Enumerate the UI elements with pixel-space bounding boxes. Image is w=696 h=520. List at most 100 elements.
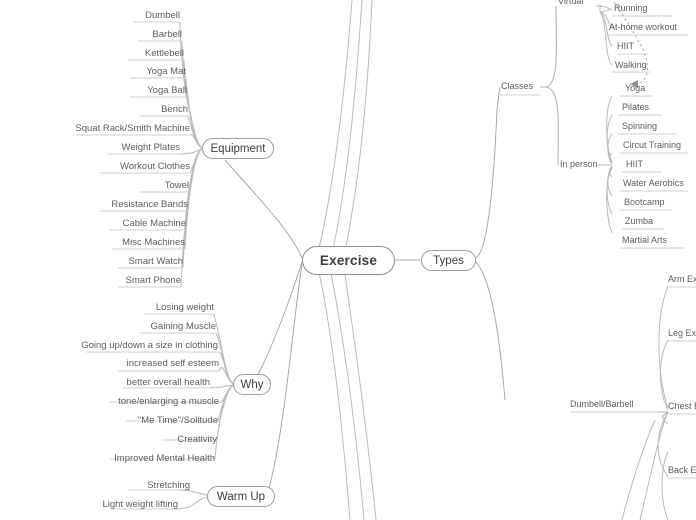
leaf-pilates[interactable]: Pilates [622, 102, 649, 113]
node-in-person-label: In person [560, 159, 598, 169]
node-why-label: Why [240, 378, 264, 391]
leaf-misc-machines[interactable]: Misc Machines [65, 237, 185, 248]
leaf-tone-muscle[interactable]: tone/enlarging a muscle [79, 396, 219, 407]
leaf-me-time[interactable]: "Me Time"/Solitude [78, 415, 218, 426]
leaf-resistance-bands[interactable]: Resistance Bands [68, 199, 188, 210]
leaf-workout-clothes[interactable]: Workout Clothes [70, 161, 190, 172]
node-virtual[interactable]: Virtual [558, 0, 583, 7]
leaf-leg-exercises[interactable]: Leg Exer [668, 328, 696, 339]
node-warm-up-label: Warm Up [216, 490, 266, 503]
leaf-at-home-workout[interactable]: At-home workout [609, 22, 677, 33]
leaf-label: Losing weight [155, 302, 214, 313]
leaf-losing-weight[interactable]: Losing weight [94, 302, 214, 313]
leaf-label: Light weight lifting [102, 499, 178, 510]
leaf-smart-phone[interactable]: Smart Phone [61, 275, 181, 286]
leaf-label: Running [614, 3, 648, 13]
node-equipment-label: Equipment [210, 142, 266, 155]
leaf-label: HIIT [617, 41, 634, 51]
leaf-martial-arts[interactable]: Martial Arts [622, 235, 667, 246]
leaf-label: Yoga Ball [147, 85, 187, 96]
leaf-back-exercises[interactable]: Back Exe [668, 465, 696, 476]
leaf-dumbell[interactable]: Dumbell [60, 10, 180, 21]
leaf-label: Gaining Muscle [150, 321, 216, 332]
leaf-label: Martial Arts [622, 235, 668, 245]
leaf-label: HIIT [626, 159, 643, 169]
leaf-zumba[interactable]: Zumba [625, 216, 653, 227]
node-dumbell-barbell[interactable]: Dumbell/Barbell [570, 399, 634, 410]
leaf-mental-health[interactable]: Improved Mental Health [75, 453, 215, 464]
leaf-label: Dumbell [145, 10, 180, 21]
leaf-light-weight-lifting[interactable]: Light weight lifting [58, 499, 178, 510]
leaf-label: Workout Clothes [119, 161, 190, 172]
leaf-label: Yoga [625, 83, 646, 93]
leaf-label: Improved Mental Health [114, 453, 215, 464]
leaf-label: Zumba [625, 216, 654, 226]
leaf-label: increased self esteem [126, 358, 219, 369]
leaf-label: better overall health [126, 377, 210, 388]
leaf-arm-exercises[interactable]: Arm Exer [668, 274, 696, 285]
leaf-stretching[interactable]: Stretching [70, 480, 190, 491]
node-in-person[interactable]: In person [560, 159, 598, 170]
leaf-label: Misc Machines [122, 237, 185, 248]
leaf-label: Water Aerobics [623, 178, 684, 188]
leaf-yoga-ball[interactable]: Yoga Ball [67, 85, 187, 96]
node-why[interactable]: Why [233, 374, 271, 395]
leaf-hiit-in-person[interactable]: HIIT [626, 159, 643, 170]
leaf-smart-watch[interactable]: Smart Watch [63, 256, 183, 267]
mind-map-canvas: Exercise Equipment Why Warm Up Types Dum… [0, 0, 696, 520]
leaf-label: Spinning [622, 121, 658, 131]
leaf-bootcamp[interactable]: Bootcamp [624, 197, 665, 208]
leaf-water-aerobics[interactable]: Water Aerobics [623, 178, 684, 189]
leaf-label: Kettlebell [144, 48, 184, 59]
leaf-label: Arm Exer [668, 274, 696, 284]
leaf-label: Pilates [622, 102, 650, 112]
leaf-yoga-mat[interactable]: Yoga Mat [66, 66, 186, 77]
leaf-bench[interactable]: Bench [68, 104, 188, 115]
leaf-yoga[interactable]: Yoga [625, 83, 645, 94]
leaf-kettlebell[interactable]: Kettlebell [64, 48, 184, 59]
node-exercise-label: Exercise [319, 253, 378, 268]
leaf-overall-health[interactable]: better overall health [70, 377, 210, 388]
node-warm-up[interactable]: Warm Up [207, 486, 275, 507]
leaf-size-clothing[interactable]: Going up/down a size in clothing [48, 340, 218, 351]
leaf-squat-rack[interactable]: Squat Rack/Smith Machine [40, 123, 190, 134]
leaf-label: Barbell [152, 29, 182, 40]
leaf-label: Creativity [177, 434, 217, 445]
leaf-label: "Me Time"/Solitude [137, 415, 218, 426]
leaf-running[interactable]: Running [614, 3, 648, 14]
leaf-label: Stretching [147, 480, 190, 491]
leaf-hiit-virtual[interactable]: HIIT [617, 41, 634, 52]
leaf-label: Bootcamp [624, 197, 665, 207]
leaf-self-esteem[interactable]: increased self esteem [79, 358, 219, 369]
leaf-label: Leg Exer [668, 328, 696, 338]
leaf-label: Circut Training [623, 140, 682, 150]
leaf-label: Back Exe [668, 465, 696, 475]
node-types[interactable]: Types [421, 250, 476, 271]
leaf-gaining-muscle[interactable]: Gaining Muscle [96, 321, 216, 332]
leaf-label: Towel [164, 180, 189, 191]
node-classes-label: Classes [501, 81, 534, 91]
leaf-label: Yoga Mat [146, 66, 186, 77]
leaf-creativity[interactable]: Creativity [77, 434, 217, 445]
leaf-label: Bench [161, 104, 188, 115]
node-types-label: Types [433, 254, 464, 267]
node-classes[interactable]: Classes [501, 81, 533, 92]
leaf-label: Resistance Bands [111, 199, 188, 210]
node-exercise[interactable]: Exercise [302, 246, 395, 275]
leaf-towel[interactable]: Towel [69, 180, 189, 191]
leaf-circut-training[interactable]: Circut Training [623, 140, 681, 151]
node-equipment[interactable]: Equipment [202, 138, 274, 159]
leaf-walking[interactable]: Walking [615, 60, 647, 71]
leaf-label: Smart Phone [125, 275, 181, 286]
leaf-label: Weight Plates [121, 142, 180, 153]
leaf-chest-exercises[interactable]: Chest Ex [668, 401, 696, 412]
leaf-weight-plates[interactable]: Weight Plates [60, 142, 180, 153]
leaf-label: tone/enlarging a muscle [118, 396, 219, 407]
leaf-label: Going up/down a size in clothing [81, 340, 218, 351]
leaf-cable-machine[interactable]: Cable Machine [66, 218, 186, 229]
leaf-label: Cable Machine [122, 218, 186, 229]
leaf-label: Smart Watch [128, 256, 183, 267]
leaf-label: At-home workout [609, 22, 678, 32]
leaf-spinning[interactable]: Spinning [622, 121, 657, 132]
leaf-barbell[interactable]: Barbell [62, 29, 182, 40]
